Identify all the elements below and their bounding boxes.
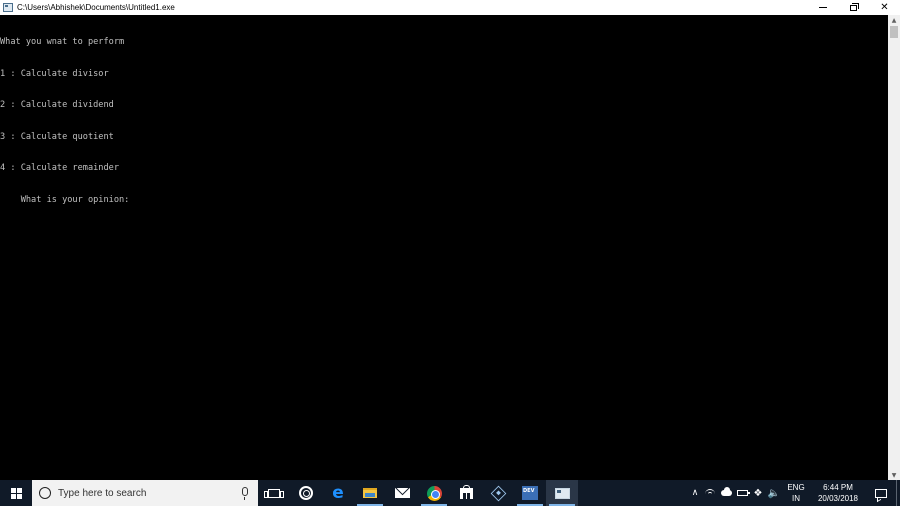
virtualbox-button[interactable] — [482, 480, 514, 506]
window-controls: ✕ — [807, 0, 900, 15]
task-view-button[interactable] — [258, 480, 290, 506]
wifi-icon — [705, 489, 715, 497]
scroll-down-button[interactable]: ▼ — [888, 470, 900, 480]
virtualbox-icon — [490, 485, 506, 501]
show-hidden-icons-button[interactable]: ∧ — [688, 480, 702, 506]
store-icon — [459, 484, 473, 499]
system-tray: ∧ ❖ 🔈 ENG IN 6:44 PM 20/03/2018 — [688, 480, 900, 506]
vertical-scrollbar[interactable]: ▲ ▼ — [888, 15, 900, 480]
search-icon — [39, 487, 51, 499]
console-window-button[interactable] — [546, 480, 578, 506]
windows-logo-icon — [10, 487, 22, 499]
window-title-bar[interactable]: C:\Users\Abhishek\Documents\Untitled1.ex… — [0, 0, 900, 15]
mail-button[interactable] — [386, 480, 418, 506]
taskbar-search-box[interactable]: Type here to search — [32, 480, 258, 506]
input-language-button[interactable]: ENG IN — [782, 482, 810, 504]
mail-icon — [394, 488, 410, 498]
search-placeholder: Type here to search — [58, 487, 147, 499]
console-line: What you wnat to perform — [0, 37, 125, 47]
devcpp-button[interactable] — [514, 480, 546, 506]
console-line: 2 : Calculate dividend — [0, 100, 114, 110]
edge-icon: e — [332, 482, 344, 503]
devcpp-icon — [522, 486, 538, 500]
console-line: 1 : Calculate divisor — [0, 68, 109, 79]
close-button[interactable]: ✕ — [869, 0, 900, 15]
scroll-up-button[interactable]: ▲ — [888, 15, 900, 25]
show-desktop-button[interactable] — [896, 480, 900, 506]
console-line: 4 : Calculate remainder — [0, 163, 119, 173]
taskbar: Type here to search e ∧ — [0, 480, 900, 506]
chevron-up-icon: ▲ — [891, 16, 897, 24]
chrome-button[interactable] — [418, 480, 450, 506]
dropbox-icon: ❖ — [753, 487, 763, 499]
battery-button[interactable] — [734, 480, 750, 506]
onedrive-button[interactable] — [718, 480, 734, 506]
language-code: ENG — [787, 483, 805, 492]
network-button[interactable] — [702, 480, 718, 506]
scroll-thumb[interactable] — [890, 26, 898, 38]
battery-icon — [736, 490, 750, 496]
volume-icon: 🔈 — [767, 487, 781, 499]
start-button[interactable] — [0, 480, 32, 506]
close-icon: ✕ — [880, 2, 889, 13]
clock-button[interactable]: 6:44 PM 20/03/2018 — [810, 482, 866, 504]
file-explorer-button[interactable] — [354, 480, 386, 506]
cortana-button[interactable] — [290, 480, 322, 506]
console-output[interactable]: What you wnat to perform 1 : Calculate d… — [0, 15, 888, 480]
dropbox-button[interactable]: ❖ — [750, 480, 766, 506]
file-explorer-icon — [363, 488, 377, 498]
console-window-icon — [554, 487, 570, 499]
minimize-button[interactable] — [807, 0, 838, 15]
volume-button[interactable]: 🔈 — [766, 480, 782, 506]
notification-icon — [875, 488, 887, 498]
action-center-button[interactable] — [866, 488, 896, 498]
microphone-icon[interactable] — [242, 487, 248, 500]
task-view-icon — [264, 488, 284, 498]
chevron-up-icon: ∧ — [691, 488, 699, 498]
console-line: 3 : Calculate quotient — [0, 131, 114, 142]
window-title: C:\Users\Abhishek\Documents\Untitled1.ex… — [17, 3, 175, 12]
minimize-icon — [818, 7, 827, 8]
cloud-icon — [720, 487, 732, 496]
console-line: What is your opinion: — [0, 194, 130, 205]
language-region: IN — [792, 494, 800, 503]
restore-button[interactable] — [838, 0, 869, 15]
store-button[interactable] — [450, 480, 482, 506]
chevron-down-icon: ▼ — [891, 471, 897, 479]
clock-time: 6:44 PM — [823, 483, 853, 492]
console-app-icon — [3, 3, 13, 12]
chrome-icon — [426, 485, 442, 501]
restore-icon — [850, 2, 859, 11]
clock-date: 20/03/2018 — [817, 494, 859, 503]
cortana-icon — [299, 486, 313, 500]
edge-button[interactable]: e — [322, 480, 354, 506]
